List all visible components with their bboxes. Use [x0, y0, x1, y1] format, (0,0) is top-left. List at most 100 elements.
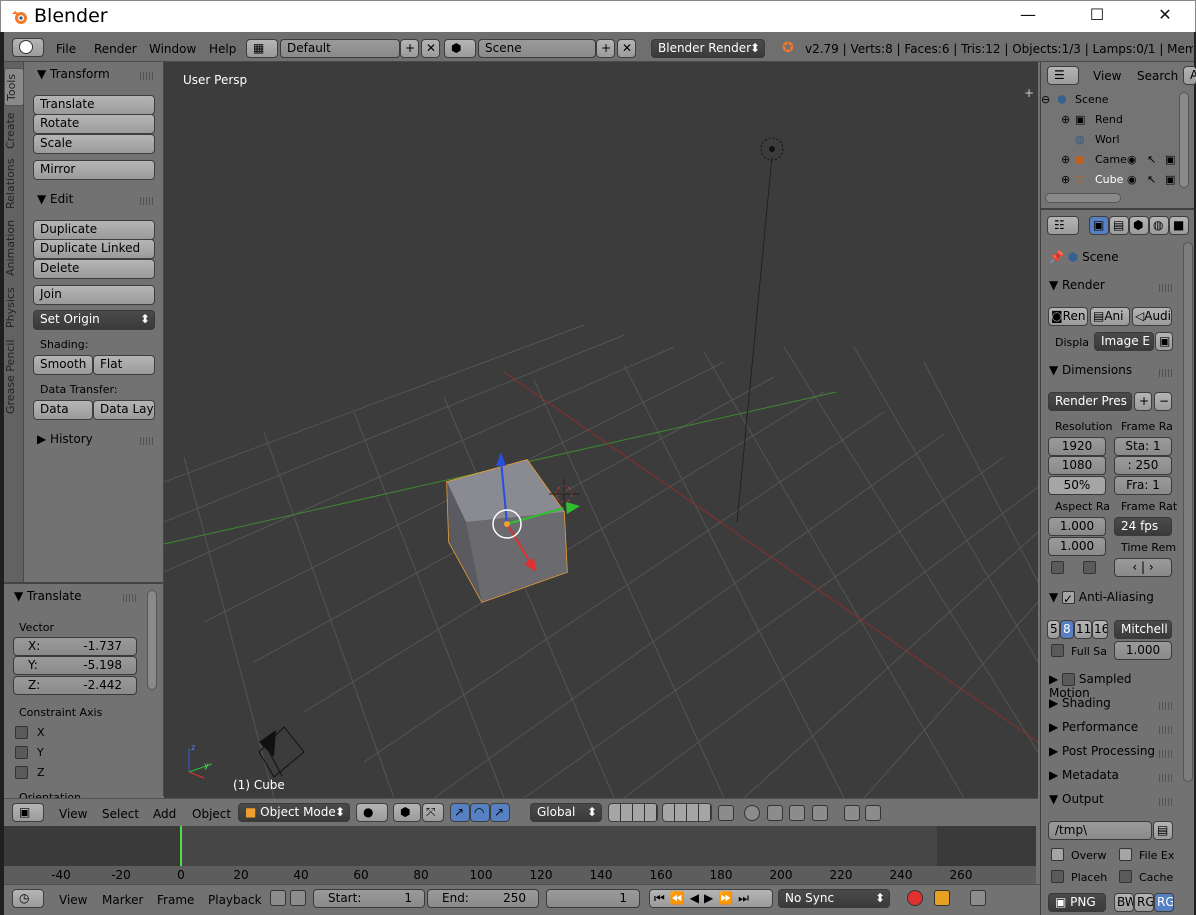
data-button[interactable]: Data [33, 400, 93, 420]
frame-rate-select[interactable]: 24 fps [1114, 517, 1172, 536]
end-frame-field[interactable]: End: 250 [427, 889, 539, 908]
flat-button[interactable]: Flat [93, 355, 155, 375]
frame-menu[interactable]: Frame [157, 893, 194, 907]
duplicate-button[interactable]: Duplicate [33, 220, 155, 240]
opengl-anim-icon[interactable] [865, 805, 881, 821]
metadata-panel-header[interactable]: ▶ Metadata [1049, 768, 1175, 788]
timeline-area[interactable]: -40 -20 0 20 40 60 80 100 120 140 160 180 200 220 240 2… [4, 826, 1036, 884]
render-engine-select[interactable]: Blender Render ⬍ [651, 39, 765, 58]
remove-scene-button[interactable]: ✕ [617, 39, 636, 58]
visibility-eye-icon[interactable]: ◉ [1127, 173, 1137, 186]
sync-mode-select[interactable]: No Sync ⬍ [778, 889, 890, 908]
frame-ruler[interactable]: -40 -20 0 20 40 60 80 100 120 140 160 180 200 220 240 2… [4, 866, 1036, 884]
3d-viewport[interactable]: z y User Persp (1) Cube + [164, 62, 1038, 798]
performance-panel-header[interactable]: ▶ Performance [1049, 720, 1175, 740]
file-browser-icon[interactable]: ▤ [1153, 821, 1173, 840]
display-select[interactable]: Image E [1094, 332, 1154, 351]
outliner-scrollbar[interactable] [1179, 92, 1189, 188]
view-menu[interactable]: View [59, 807, 87, 821]
panel-grip-icon[interactable] [1159, 774, 1173, 782]
filter-size-field[interactable]: 1.000 [1114, 641, 1172, 660]
dimensions-panel-header[interactable]: ▼ Dimensions [1049, 363, 1175, 383]
record-icon[interactable] [907, 890, 923, 906]
key-insert-icon[interactable] [970, 890, 986, 906]
outliner-row-cube[interactable]: ⊕ ▽ Cube ◉ ↖ ▣ [1061, 173, 1179, 191]
cache-checkbox[interactable] [1119, 870, 1132, 883]
aa-samples-8[interactable]: 8 [1060, 620, 1074, 639]
cube-object[interactable] [446, 459, 568, 603]
opengl-render-icon[interactable] [844, 805, 860, 821]
anti-aliasing-panel-header[interactable]: ▼ ✓ Anti-Aliasing [1049, 590, 1175, 610]
vector-y-field[interactable]: Y: -5.198 [13, 656, 137, 675]
lock-icon[interactable] [290, 890, 306, 906]
editor-type-outliner-icon[interactable]: ☰ [1047, 66, 1079, 85]
menu-file[interactable]: File [56, 42, 76, 56]
add-scene-button[interactable]: + [596, 39, 615, 58]
editor-type-timeline-icon[interactable]: ◷ [12, 889, 44, 908]
add-preset-button[interactable]: + [1134, 392, 1152, 411]
pivot-point-icon[interactable]: ⬢ [393, 803, 421, 822]
mode-select[interactable]: ■ Object Mode ⬍ [238, 803, 350, 822]
delete-button[interactable]: Delete [33, 259, 155, 279]
outliner-hscrollbar[interactable] [1045, 193, 1121, 203]
tl-view-menu[interactable]: View [59, 893, 87, 907]
editor-type-3d-icon[interactable]: ▣ [12, 803, 44, 822]
shading-select-icon[interactable]: ● [356, 803, 388, 822]
world-context-icon[interactable]: ◍ [1149, 216, 1169, 235]
outliner-row-camera[interactable]: ⊕ ◼ Came ◉ ↖ ▣ [1061, 153, 1179, 171]
menu-render[interactable]: Render [94, 42, 137, 56]
current-frame-field[interactable]: 1 [546, 889, 640, 908]
add-menu[interactable]: Add [153, 807, 176, 821]
color-bw-button[interactable]: BW [1114, 893, 1134, 912]
audio-button[interactable]: ◁Audi [1132, 307, 1172, 326]
file-extensions-checkbox[interactable] [1119, 848, 1132, 861]
object-context-icon[interactable]: ■ [1169, 216, 1189, 235]
vector-x-field[interactable]: X: -1.737 [13, 637, 137, 656]
color-rgb-button[interactable]: RG [1134, 893, 1154, 912]
select-menu[interactable]: Select [102, 807, 139, 821]
outliner-display-select[interactable]: A [1183, 66, 1196, 85]
data-layout-button[interactable]: Data Layo [93, 400, 155, 420]
object-menu[interactable]: Object [192, 807, 231, 821]
panel-grip-icon[interactable] [1159, 798, 1173, 806]
aa-samples-11[interactable]: 11 [1074, 620, 1092, 639]
panel-grip-icon[interactable] [140, 197, 154, 205]
start-frame-field[interactable]: Start: 1 [313, 889, 425, 908]
tab-animation[interactable]: Animation [4, 216, 24, 280]
outliner-row-scene[interactable]: ⊖ ⬢ Scene [1041, 93, 1179, 111]
manipulator-toggle-icon[interactable]: ⤧ [422, 803, 444, 822]
translate-button[interactable]: Translate [33, 95, 155, 115]
properties-scrollbar[interactable] [1183, 242, 1193, 782]
animation-button[interactable]: ▤Ani [1090, 307, 1130, 326]
snap-element-icon[interactable] [789, 805, 805, 821]
render-context-icon[interactable]: ▣ [1089, 216, 1109, 235]
tab-create[interactable]: Create [4, 110, 24, 152]
close-button[interactable]: ✕ [1142, 1, 1188, 31]
camera-object[interactable] [258, 726, 305, 778]
outliner-view-menu[interactable]: View [1093, 69, 1121, 83]
maximize-button[interactable]: ☐ [1074, 1, 1120, 31]
frame-step-field[interactable]: Fra: 1 [1114, 476, 1172, 495]
panel-grip-icon[interactable] [1159, 726, 1173, 734]
editor-type-properties-icon[interactable]: ☷ [1047, 216, 1079, 235]
resolution-y-field[interactable]: 1080 [1048, 456, 1106, 475]
scene-icon[interactable]: ⬢ [444, 39, 476, 58]
operator-panel-header[interactable]: ▼ Translate [14, 589, 82, 603]
output-path-field[interactable]: /tmp\ [1048, 821, 1152, 840]
outliner-row-render[interactable]: ⊕ ▣ Rend [1061, 113, 1179, 131]
panel-grip-icon[interactable] [1159, 369, 1173, 377]
overwrite-checkbox[interactable] [1051, 848, 1064, 861]
render-camera-icon[interactable]: ▣ [1165, 173, 1175, 186]
time-remap-field[interactable]: ‹ | › [1114, 558, 1172, 577]
tab-tools[interactable]: Tools [4, 68, 24, 106]
crop-checkbox[interactable] [1083, 561, 1096, 574]
frame-start-field[interactable]: Sta: 1 [1114, 437, 1172, 456]
smooth-button[interactable]: Smooth [33, 355, 93, 375]
preview-range-icon[interactable] [270, 890, 286, 906]
aa-samples-5[interactable]: 5 [1047, 620, 1060, 639]
color-rgba-button[interactable]: RG [1154, 893, 1174, 912]
lock-interface-icon[interactable]: ▣ [1155, 332, 1173, 351]
aa-filter-select[interactable]: Mitchell [1114, 620, 1172, 639]
translate-manipulator-icon[interactable]: ↗ [450, 803, 470, 822]
aspect-x-field[interactable]: 1.000 [1048, 517, 1106, 536]
